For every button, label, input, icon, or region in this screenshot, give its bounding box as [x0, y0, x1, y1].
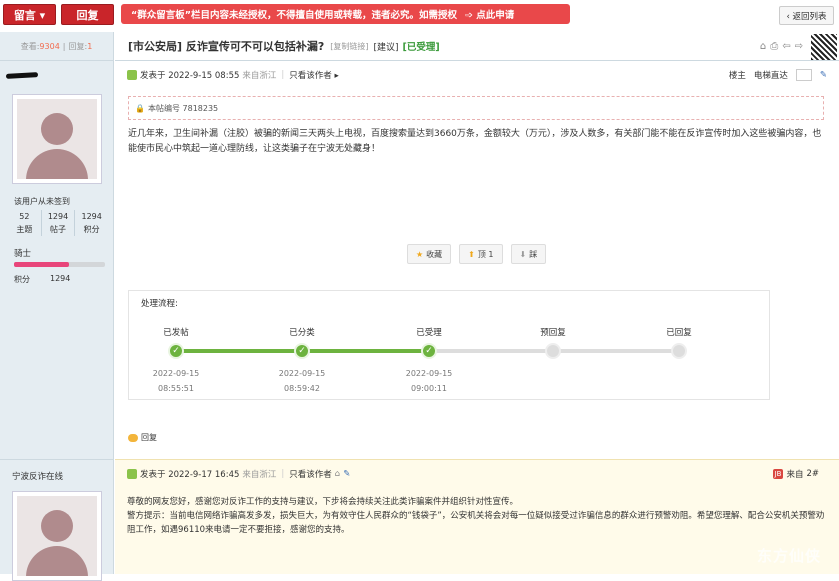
prev-icon[interactable]: ⇦: [782, 41, 790, 52]
signin-status: 该用户从未签到: [14, 197, 70, 206]
downvote-button[interactable]: ⬇ 踩: [510, 244, 547, 264]
notice-text: “群众留言板”栏目内容未经授权，不得擅自使用或转载，违者必究。如需授权: [131, 10, 457, 21]
upvote-button[interactable]: ⬆ 顶 1: [459, 244, 503, 264]
stat-topics[interactable]: 52 主题: [8, 210, 41, 236]
rank-progress: [14, 262, 105, 267]
floor-label: 楼主: [728, 71, 746, 81]
watermark-logo: 东方仙侠: [756, 547, 821, 565]
reply-only-author[interactable]: 只看该作者: [289, 468, 332, 480]
apply-link[interactable]: ➩ 点此申请: [465, 7, 514, 21]
user-stats: 52 主题 1294 帖子 1294 积分: [8, 210, 108, 236]
stat-posts[interactable]: 1294 帖子: [40, 210, 75, 236]
only-author-link[interactable]: 只看该作者 ▸: [289, 69, 338, 81]
thread-title-row: [市公安局] 反诈宣传可不可以包括补漏? [复制链接] [建议] [已受理]: [115, 32, 839, 61]
reply-floor: JB 来自 2#: [772, 469, 819, 480]
notice-banner: “群众留言板”栏目内容未经授权，不得擅自使用或转载，违者必究。如需授权 ➩ 点此…: [121, 4, 570, 24]
pending-dot-icon: [545, 343, 561, 359]
home-icon[interactable]: ⌂: [760, 41, 766, 52]
reply-button[interactable]: 回复: [61, 4, 114, 25]
category-tag[interactable]: [建议]: [374, 40, 399, 53]
wrench-icon[interactable]: ✎: [343, 469, 350, 479]
flow-step-label: 预回复: [540, 328, 566, 338]
views-label: 查看:: [20, 41, 40, 51]
page-title: [市公安局] 反诈宣传可不可以包括补漏?: [128, 40, 325, 53]
post-main: [市公安局] 反诈宣传可不可以包括补漏? [复制链接] [建议] [已受理] ⌂…: [115, 32, 839, 442]
reply-post: 宁波反诈在线 发表于 2022-9-17 16:45 来自浙江 | 只看该作者 …: [0, 459, 839, 581]
post-time: 发表于 2022-9-15 08:55: [140, 71, 240, 81]
pending-dot-icon: [671, 343, 687, 359]
post-origin: 来自浙江: [242, 71, 277, 81]
ticket-number: 🔒 本帖编号 7818235: [128, 96, 824, 120]
jump-input[interactable]: [795, 69, 812, 81]
back-to-list-button[interactable]: ‹ 返回列表: [779, 6, 834, 25]
reply-time: 发表于 2022-9-17 16:45: [140, 470, 240, 480]
views-count: 9304: [39, 41, 60, 51]
wrench-icon[interactable]: ✎: [820, 70, 827, 80]
check-icon: ✓: [421, 343, 437, 359]
copy-link[interactable]: [复制链接]: [330, 41, 368, 52]
check-icon: ✓: [168, 343, 184, 359]
qr-code-icon[interactable]: [811, 34, 837, 60]
flow-step-date: 2022-09-15 09:00:11: [405, 369, 453, 393]
next-icon[interactable]: ⇨: [795, 41, 803, 52]
favorite-button[interactable]: ★ 收藏: [407, 244, 452, 264]
stat-points[interactable]: 1294 积分: [74, 210, 108, 236]
flow-step-date: 2022-09-15 08:59:42: [278, 369, 326, 393]
jump-label: 电梯直达: [753, 71, 788, 81]
lock-icon: 🔒: [135, 103, 145, 113]
post-icon: [127, 469, 137, 479]
home-icon[interactable]: ⌂: [335, 469, 340, 479]
thumbs-down-icon: ⬇: [519, 249, 527, 259]
post-icon: [127, 70, 137, 80]
redacted-username: [5, 72, 39, 79]
flow-step-label: 已发帖: [163, 328, 189, 338]
reply-content: 尊敬的网友您好，感谢您对反诈工作的支持与建议，下步将会持续关注此类诈骗案件并组织…: [127, 497, 825, 535]
message-button[interactable]: 留言 ▾: [3, 4, 56, 25]
flow-step-date: 2022-09-15 08:55:51: [152, 369, 200, 393]
replies-count: 1: [87, 41, 93, 51]
thumbs-up-icon: ⬆: [468, 249, 475, 259]
top-toolbar: 留言 ▾ 回复 “群众留言板”栏目内容未经授权，不得擅自使用或转载，违者必究。如…: [0, 0, 839, 30]
check-icon: ✓: [294, 343, 310, 359]
star-icon: ★: [416, 249, 424, 259]
user-rank: 骑士: [14, 249, 32, 259]
flow-step-label: 已分类: [289, 328, 315, 338]
reply-link[interactable]: 回复: [128, 432, 157, 443]
process-flow: 处理流程: 已发帖 ✓ 2022-09-15 08:55:51 已分类 ✓ 2022-09-…: [128, 290, 770, 400]
reply-body: 发表于 2022-9-17 16:45 来自浙江 | 只看该作者 ⌂ ✎ JB …: [115, 459, 839, 574]
thread-stats: 查看: 9304 | 回复: 1: [0, 32, 113, 61]
comment-icon: [128, 433, 138, 442]
reply-origin: 来自浙江: [242, 470, 277, 480]
flow-step-label: 已受理: [416, 328, 442, 338]
print-icon[interactable]: ⎙: [770, 41, 778, 52]
flow-step-label: 已回复: [666, 328, 692, 338]
reply-username[interactable]: 宁波反诈在线: [12, 470, 63, 482]
post-meta: 发表于 2022-9-15 08:55 来自浙江 | 只看该作者 ▸ 楼主 电梯…: [127, 68, 827, 82]
flow-title: 处理流程:: [141, 299, 178, 309]
reply-author-sidebar: 宁波反诈在线: [0, 459, 114, 581]
replies-label: 回复:: [68, 41, 88, 51]
title-tools: ⌂ ⎙ ⇦ ⇨: [760, 41, 803, 52]
reply-avatar[interactable]: [12, 491, 102, 581]
status-badge: [已受理]: [402, 42, 440, 53]
post-actions: ★ 收藏 ⬆ 顶 1 ⬇ 踩: [407, 244, 547, 264]
points-row: 积分 1294: [14, 274, 71, 284]
post-content: 近几年来，卫生间补漏（注胶）被骗的新闻三天两头上电视，百度搜索量达到3660万条…: [128, 129, 822, 154]
avatar[interactable]: [12, 94, 102, 184]
floor-badge-icon: JB: [772, 469, 784, 479]
